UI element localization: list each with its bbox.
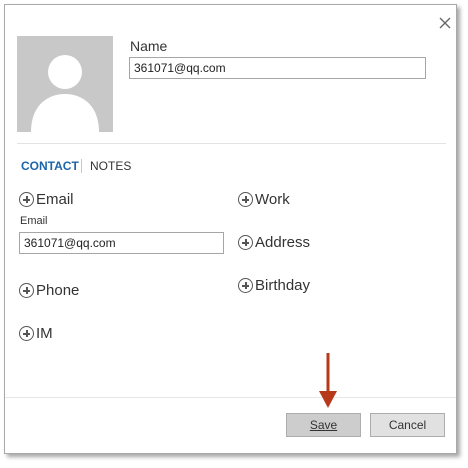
close-icon[interactable] (437, 15, 453, 31)
name-input[interactable] (129, 57, 426, 79)
add-email-label: Email (36, 191, 74, 208)
add-phone-button[interactable]: Phone (19, 282, 79, 299)
tab-contact[interactable]: CONTACT (21, 159, 79, 173)
cancel-button[interactable]: Cancel (370, 413, 445, 437)
tab-separator (81, 159, 82, 173)
add-birthday-label: Birthday (255, 277, 311, 294)
arrow-down-annotation (319, 353, 337, 408)
tab-notes[interactable]: NOTES (90, 159, 131, 173)
email-field-label: Email (20, 215, 48, 227)
avatar-placeholder-icon (31, 55, 99, 132)
edit-contact-dialog: Name CONTACT NOTES Email Email Phone IM … (4, 4, 457, 454)
add-circle-icon (19, 192, 34, 207)
email-input[interactable] (19, 232, 224, 254)
add-circle-icon (19, 326, 34, 341)
header-divider (17, 143, 446, 144)
save-button[interactable]: Save (286, 413, 361, 437)
add-phone-label: Phone (36, 282, 80, 299)
add-birthday-button[interactable]: Birthday (238, 277, 310, 294)
add-circle-icon (19, 283, 34, 298)
name-label: Name (130, 38, 168, 54)
add-address-label: Address (255, 234, 311, 251)
footer-divider (5, 397, 456, 398)
add-work-label: Work (255, 191, 290, 208)
add-email-button[interactable]: Email (19, 191, 74, 208)
add-im-button[interactable]: IM (19, 325, 53, 342)
add-im-label: IM (36, 325, 53, 342)
add-circle-icon (238, 278, 253, 293)
add-circle-icon (238, 192, 253, 207)
add-circle-icon (238, 235, 253, 250)
add-address-button[interactable]: Address (238, 234, 310, 251)
avatar[interactable] (17, 36, 113, 132)
add-work-button[interactable]: Work (238, 191, 290, 208)
